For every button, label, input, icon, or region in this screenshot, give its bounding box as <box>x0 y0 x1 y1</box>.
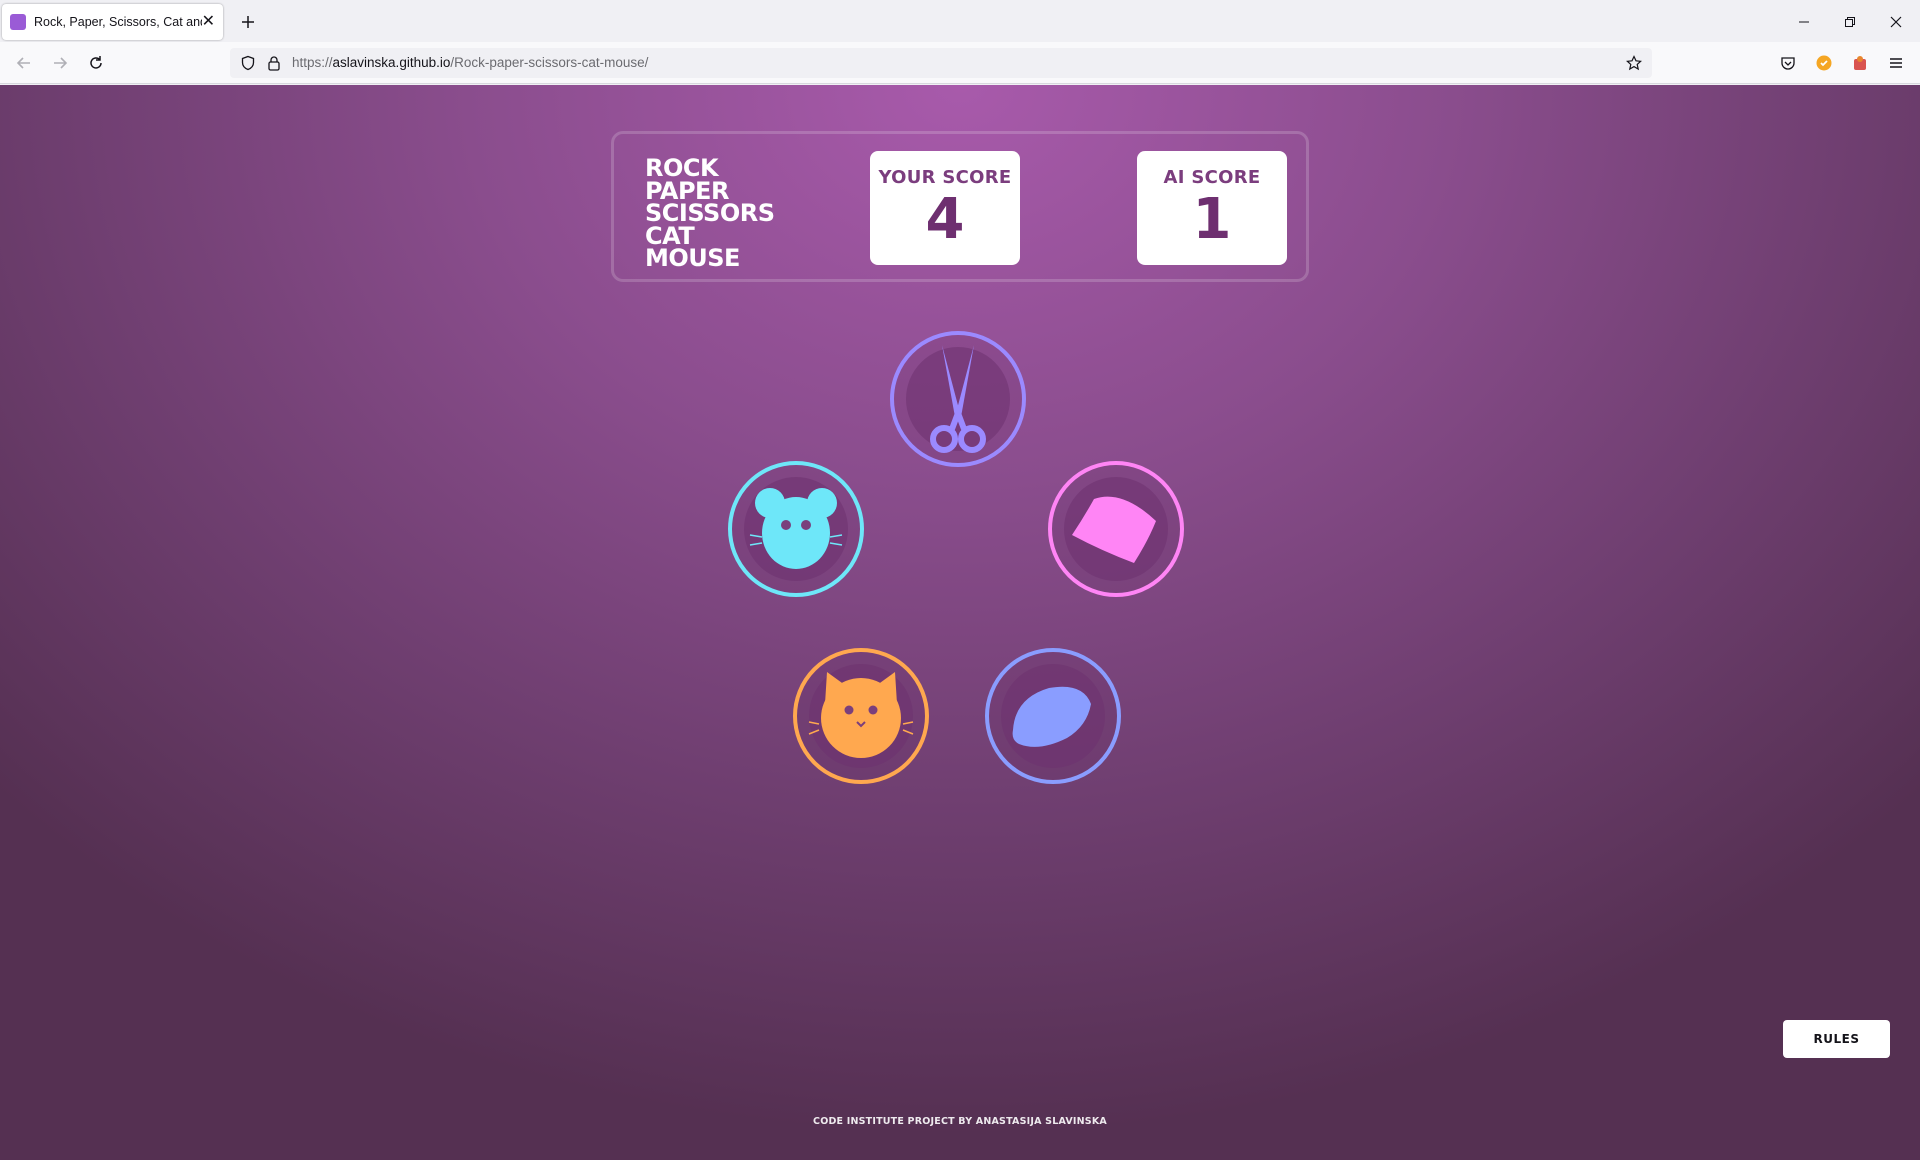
close-tab-icon[interactable]: ✕ <box>202 14 215 30</box>
restore-icon <box>1845 17 1855 27</box>
ai-score-label: AI SCORE <box>1163 167 1261 188</box>
your-score-value: 4 <box>925 187 965 252</box>
title-line-mouse: MOUSE <box>645 244 740 272</box>
reload-icon <box>90 56 102 69</box>
mouse-icon <box>749 488 843 569</box>
extension-button-orange[interactable] <box>1810 49 1838 77</box>
rules-button[interactable]: RULES <box>1783 1020 1890 1058</box>
close-window-button[interactable] <box>1873 6 1919 38</box>
minimize-icon <box>1799 21 1809 23</box>
game-page: ROCK PAPER SCISSORS CAT MOUSE YOUR SCORE… <box>0 85 1920 1160</box>
cat-icon <box>808 672 914 758</box>
choice-cat-button[interactable] <box>793 648 929 784</box>
lock-icon[interactable] <box>266 55 282 71</box>
choice-scissors-button[interactable] <box>890 331 1026 467</box>
url-scheme: https:// <box>292 55 333 70</box>
extension-button-red[interactable] <box>1846 49 1874 77</box>
your-score-label: YOUR SCORE <box>878 167 1012 188</box>
back-button[interactable] <box>10 49 38 77</box>
ai-score-box: AI SCORE 1 <box>1137 151 1287 265</box>
pocket-icon <box>1781 57 1795 70</box>
shield-icon[interactable] <box>240 55 256 71</box>
url-host: aslavinska.github.io <box>332 55 451 70</box>
url-text[interactable]: https://aslavinska.github.io/Rock-paper-… <box>292 55 648 70</box>
paper-icon <box>1072 496 1156 563</box>
score-header: ROCK PAPER SCISSORS CAT MOUSE YOUR SCORE… <box>611 131 1309 282</box>
browser-nav-bar: https://aslavinska.github.io/Rock-paper-… <box>0 42 1920 84</box>
extension-orange-icon <box>1816 55 1832 71</box>
game-title: ROCK PAPER SCISSORS CAT MOUSE <box>645 156 775 272</box>
favicon-icon <box>10 14 26 30</box>
forward-arrow-icon <box>54 57 68 69</box>
rock-icon <box>1012 686 1091 747</box>
your-score-box: YOUR SCORE 4 <box>870 151 1020 265</box>
plus-icon <box>242 16 254 28</box>
address-bar[interactable]: https://aslavinska.github.io/Rock-paper-… <box>230 48 1652 78</box>
footer-credit: CODE INSTITUTE PROJECT BY ANASTASIJA SLA… <box>813 1116 1107 1127</box>
choice-paper-button[interactable] <box>1048 461 1184 597</box>
forward-button[interactable] <box>46 49 74 77</box>
minimize-button[interactable] <box>1781 6 1827 38</box>
browser-tab-bar: Rock, Paper, Scissors, Cat and Mouse ✕ <box>0 0 1920 42</box>
choice-rock-button[interactable] <box>985 648 1121 784</box>
ai-score-value: 1 <box>1192 187 1232 252</box>
extension-red-icon <box>1854 56 1866 70</box>
new-tab-button[interactable] <box>234 8 262 36</box>
choice-mouse-button[interactable] <box>728 461 864 597</box>
url-path: /Rock-paper-scissors-cat-mouse/ <box>450 55 649 70</box>
browser-tab[interactable]: Rock, Paper, Scissors, Cat and Mouse ✕ <box>2 4 223 40</box>
scissors-icon <box>930 345 986 453</box>
menu-button[interactable] <box>1882 49 1910 77</box>
reload-button[interactable] <box>82 49 110 77</box>
pocket-button[interactable] <box>1774 49 1802 77</box>
back-arrow-icon <box>16 57 30 69</box>
tab-title: Rock, Paper, Scissors, Cat and Mouse <box>34 15 202 29</box>
bookmark-star-icon[interactable] <box>1626 55 1642 71</box>
close-icon <box>1890 16 1902 28</box>
hamburger-menu-icon <box>1890 58 1902 68</box>
restore-button[interactable] <box>1827 6 1873 38</box>
